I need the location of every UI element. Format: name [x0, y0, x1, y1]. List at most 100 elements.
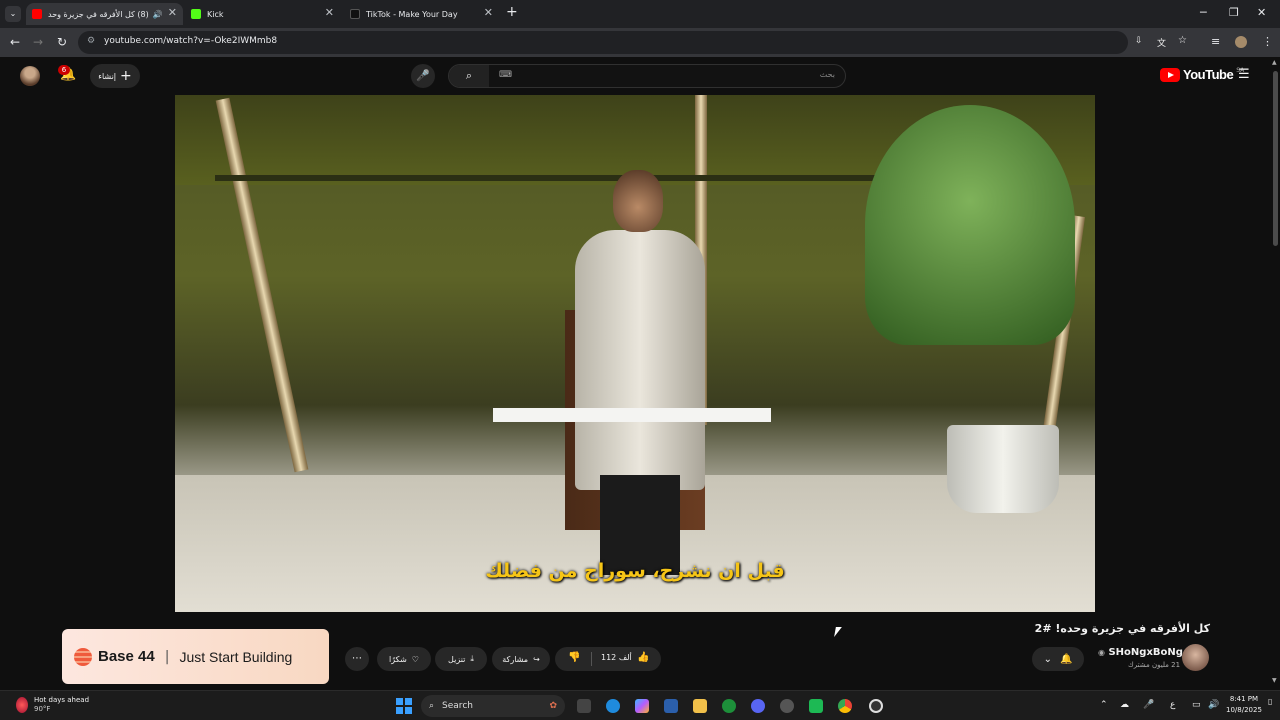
edge-icon[interactable]: [606, 699, 620, 713]
channel-avatar[interactable]: [1182, 644, 1209, 671]
base44-logo-icon: [74, 647, 92, 666]
keyboard-icon[interactable]: ⌨: [499, 70, 512, 80]
thermometer-icon: [16, 697, 28, 713]
thanks-button[interactable]: شكرًا ♡: [377, 647, 431, 671]
settings-icon[interactable]: [869, 699, 883, 713]
video-table: [493, 408, 771, 422]
onedrive-icon[interactable]: ☁: [1120, 700, 1129, 710]
audio-icon[interactable]: 🔊: [153, 10, 163, 19]
create-button[interactable]: إنشاء +: [90, 64, 140, 88]
bookmark-star-icon[interactable]: ☆: [1178, 35, 1187, 46]
notification-badge: 6: [58, 65, 70, 75]
system-clock[interactable]: 8:41 PM 10/8/2025: [1226, 694, 1262, 716]
share-icon: ↪: [533, 654, 540, 664]
video-player[interactable]: قبل ان نشرح، سوراج من فضلك: [175, 95, 1095, 612]
scroll-down-icon[interactable]: ▼: [1272, 677, 1277, 684]
search-icon[interactable]: ⌕: [449, 65, 489, 87]
guide-menu-icon[interactable]: ☰: [1238, 67, 1250, 82]
more-actions-button[interactable]: ⋯: [345, 647, 369, 671]
voice-search-icon[interactable]: 🎤: [411, 64, 435, 88]
tiktok-favicon-icon: [350, 9, 360, 19]
reading-list-icon[interactable]: ≡: [1211, 35, 1220, 48]
new-tab-icon[interactable]: +: [506, 4, 518, 20]
taskbar-search-label: Search: [442, 701, 473, 711]
input-language[interactable]: ع: [1170, 700, 1175, 710]
tab-youtube[interactable]: (8) كل الأفرقه في جزيرة وحد 🔊 ✕: [26, 3, 183, 25]
notification-center-icon[interactable]: ▯: [1268, 697, 1272, 706]
discord-icon[interactable]: [751, 699, 765, 713]
search-input[interactable]: ⌕ ⌨ بحث: [448, 64, 846, 88]
task-view-icon[interactable]: [577, 699, 591, 713]
youtube-favicon-icon: [32, 9, 42, 19]
subscriber-count: 21 مليون مشترك: [1128, 661, 1181, 669]
close-tab-icon[interactable]: ✕: [325, 6, 334, 19]
download-icon: ⤓: [470, 654, 474, 663]
dislike-icon[interactable]: 👎: [568, 652, 580, 663]
browser-tab-bar: ⌄ (8) كل الأفرقه في جزيرة وحد 🔊 ✕ Kick ✕…: [0, 0, 1280, 28]
store-icon[interactable]: [664, 699, 678, 713]
taskbar-search[interactable]: ⌕ Search ✿: [421, 695, 565, 717]
search-icon: ⌕: [429, 701, 435, 711]
share-button[interactable]: مشاركة ↪: [492, 647, 550, 671]
channel-name[interactable]: ◉ SHoNgxBoNg: [1098, 647, 1183, 658]
tray-overflow-icon[interactable]: ⌃: [1100, 700, 1108, 710]
like-count[interactable]: 112 ألف: [601, 653, 632, 662]
search-placeholder: بحث: [819, 70, 835, 79]
logo-text: YouTube: [1183, 67, 1234, 82]
verified-icon: ◉: [1098, 648, 1105, 657]
windows-start-icon[interactable]: [396, 698, 412, 714]
page-scrollbar[interactable]: ▲ ▼: [1270, 57, 1280, 690]
copilot-icon[interactable]: [635, 699, 649, 713]
app-green-icon[interactable]: [809, 699, 823, 713]
site-info-icon[interactable]: ⚙: [87, 36, 95, 46]
video-pot: [947, 425, 1059, 513]
file-explorer-icon[interactable]: [693, 699, 707, 713]
scrollbar-thumb[interactable]: [1273, 71, 1278, 246]
video-person: [575, 230, 705, 490]
windows-taskbar: Hot days ahead 90°F ⌕ Search ✿ ⌃ ☁ 🎤 ع ▭…: [0, 690, 1280, 720]
translate-icon[interactable]: 文: [1157, 36, 1166, 49]
xbox-icon[interactable]: [722, 699, 736, 713]
video-person-head: [613, 170, 663, 232]
channel-name-text: SHoNgxBoNg: [1108, 647, 1183, 658]
sponsored-banner[interactable]: Base 44 | Just Start Building: [62, 629, 329, 684]
app-icon[interactable]: [780, 699, 794, 713]
like-divider: [591, 652, 592, 666]
scroll-up-icon[interactable]: ▲: [1272, 59, 1277, 66]
youtube-play-icon: [1160, 67, 1180, 82]
tab-title: (8) كل الأفرقه في جزيرة وحد: [48, 9, 149, 19]
weather-widget[interactable]: Hot days ahead 90°F: [16, 696, 89, 714]
weather-title: Hot days ahead: [34, 696, 90, 704]
youtube-logo[interactable]: YouTube SA: [1160, 67, 1244, 82]
close-tab-icon[interactable]: ✕: [484, 6, 493, 19]
profile-avatar[interactable]: [1235, 36, 1247, 48]
more-icon: ⋯: [352, 653, 362, 664]
volume-icon[interactable]: 🔊: [1208, 700, 1219, 710]
tab-search-button[interactable]: ⌄: [5, 6, 21, 22]
like-icon[interactable]: 👍: [637, 652, 649, 663]
kick-favicon-icon: [191, 9, 201, 19]
address-bar: ← → ↻ ⚙ youtube.com/watch?v=-Oke2IWMmb8 …: [0, 28, 1280, 57]
minimize-icon[interactable]: ─: [1200, 6, 1207, 19]
search-highlight-icon: ✿: [549, 701, 557, 711]
microphone-tray-icon[interactable]: 🎤: [1143, 700, 1154, 710]
reload-icon[interactable]: ↻: [57, 35, 67, 49]
download-button[interactable]: تنزيل ⤓: [435, 647, 487, 671]
close-tab-icon[interactable]: ✕: [168, 6, 177, 19]
chrome-icon[interactable]: [838, 699, 852, 713]
back-icon[interactable]: ←: [10, 35, 20, 49]
url-field[interactable]: ⚙ youtube.com/watch?v=-Oke2IWMmb8 ⇩ 文 ☆: [78, 31, 1187, 54]
tab-tiktok[interactable]: TikTok - Make Your Day ✕: [344, 3, 499, 25]
restore-icon[interactable]: ❐: [1229, 6, 1239, 19]
tab-kick[interactable]: Kick ✕: [185, 3, 340, 25]
install-icon[interactable]: ⇩: [1135, 36, 1143, 46]
close-window-icon[interactable]: ✕: [1257, 6, 1266, 19]
account-avatar[interactable]: [20, 66, 40, 86]
network-icon[interactable]: ▭: [1192, 700, 1201, 710]
ad-tagline: Just Start Building: [179, 648, 293, 665]
forward-icon[interactable]: →: [33, 35, 43, 49]
browser-menu-icon[interactable]: ⋮: [1262, 35, 1273, 48]
tab-title: Kick: [207, 9, 224, 19]
chevron-down-icon: ⌄: [1043, 653, 1052, 665]
subscribed-button[interactable]: ⌄ 🔔: [1032, 647, 1084, 671]
